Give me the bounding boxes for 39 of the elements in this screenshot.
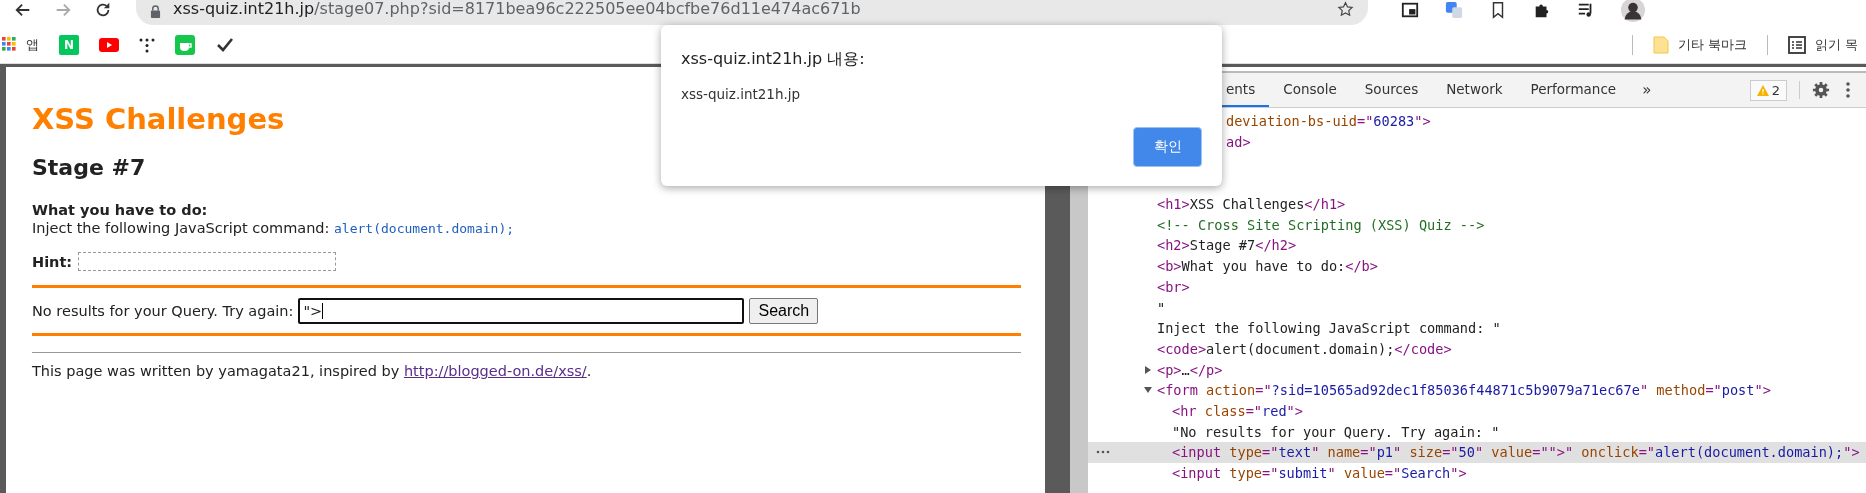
warnings-badge[interactable]: 2 (1749, 79, 1787, 101)
code-line[interactable]: deviation-bs-uid="60283"> (1226, 113, 1431, 130)
code-line[interactable]: <!-- Cross Site Scripting (XSS) Quiz --> (1157, 216, 1485, 233)
bookmark-label[interactable]: 기타 북마크 (1677, 35, 1747, 54)
more-tabs-button[interactable]: » (1630, 73, 1664, 107)
footer-text: This page was written by yamagata21, inspired by http://blogged-on.de/xss/. (32, 363, 593, 379)
query-label: No results for your Query. Try again: (32, 303, 294, 319)
dialog-title: xss-quiz.int21h.jp 내용: (681, 49, 866, 70)
code-line[interactable]: <b>What you have to do:</b> (1157, 258, 1378, 275)
footer-link[interactable]: http://blogged-on.de/xss/ (403, 363, 587, 379)
code-line[interactable]: <form action="?sid=10565ad92dec1f85036f44871c5b9079a71ec67e" method="post"> (1157, 382, 1771, 399)
code-line[interactable]: Inject the following JavaScript command: " (1157, 320, 1501, 337)
dialog-message: xss-quiz.int21h.jp (681, 86, 802, 102)
bookmark-label[interactable]: 읽기 목 (1814, 35, 1858, 54)
bookmark-label[interactable]: 앱 (26, 35, 39, 54)
task-code: alert(document.domain); (334, 221, 515, 236)
code-line[interactable]: <p>…</p> (1157, 361, 1223, 378)
code-line[interactable]: "No results for your Query. Try again: " (1172, 423, 1500, 440)
code-line[interactable]: <h1>XSS Challenges</h1> (1157, 196, 1346, 213)
hint-label: Hint: (32, 253, 73, 270)
ok-button[interactable]: 확인 (1133, 127, 1202, 167)
address-bar[interactable]: xss-quiz.int21h.jp/stage07.php?sid=8171bea96c222505ee04bcfbe76d11e474ac671b (136, 0, 1368, 25)
code-line[interactable]: <h2>Stage #7</h2> (1157, 237, 1297, 254)
devtools-tab[interactable]: Performance (1516, 73, 1631, 107)
devtools-tab[interactable]: Network (1432, 73, 1517, 107)
search-field[interactable]: "> (298, 298, 745, 324)
code-line[interactable]: ad> (1226, 134, 1251, 151)
code-line[interactable]: <code>alert(document.domain);</code> (1157, 340, 1452, 357)
code-line[interactable]: <input type="submit" value="Search"> (1172, 465, 1467, 482)
page-title: XSS Challenges (32, 101, 285, 138)
task-text: Inject the following JavaScript command: (32, 220, 330, 236)
devtools-tab[interactable]: Console (1269, 73, 1351, 107)
search-button[interactable]: Search (749, 298, 819, 324)
code-line[interactable]: <hr class="red"> (1172, 402, 1303, 419)
stage-heading: Stage #7 (32, 154, 146, 182)
code-line[interactable]: <br> (1157, 278, 1190, 295)
devtools-tab[interactable]: Sources (1350, 73, 1433, 107)
code-line[interactable]: " (1157, 299, 1166, 316)
task-label: What you have to do: (32, 201, 208, 219)
